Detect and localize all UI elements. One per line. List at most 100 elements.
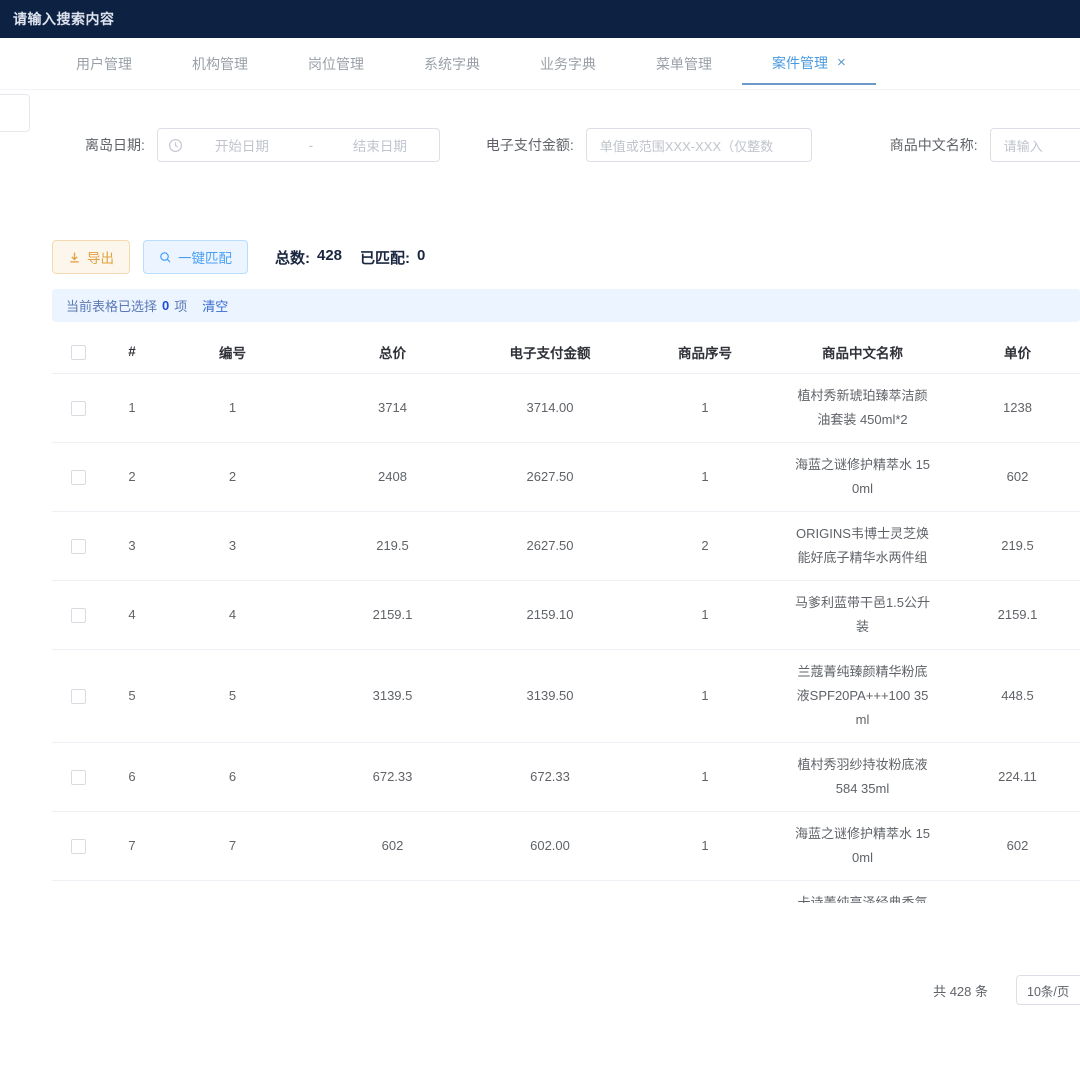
cell-epay-amount: 2627.50 [480,511,620,580]
table-row: 7 7 602 602.00 1 海蓝之谜修护精萃水 150ml 602 [52,811,1080,880]
export-button-label: 导出 [87,247,114,267]
cell-unit-price: 448.5 [935,649,1080,742]
one-click-match-button[interactable]: 一键匹配 [143,240,248,274]
cell-code: 6 [160,742,305,811]
cell-total-price: 2159.1 [305,580,480,649]
cell-product-name: 植村秀羽纱持妆粉底液584 35ml [790,742,935,811]
cell-product-seq: 1 [620,580,790,649]
case-table: # 编号 总价 电子支付金额 商品序号 商品中文名称 单价 1 1 3714 3… [52,331,1080,903]
cell-total-price: 1233.47 [305,880,480,903]
cell-unit-price: 411.16 [935,880,1080,903]
close-icon[interactable]: × [837,55,846,70]
export-button[interactable]: 导出 [52,240,130,274]
selection-prefix: 当前表格已选择 [66,296,157,315]
clear-selection-link[interactable]: 清空 [202,296,228,315]
cell-index: 8 [104,880,160,903]
cell-code: 1 [160,373,305,442]
table-header-row: # 编号 总价 电子支付金额 商品序号 商品中文名称 单价 [52,331,1080,373]
cell-unit-price: 224.11 [935,742,1080,811]
cell-epay-amount: 3139.50 [480,649,620,742]
tab-menu-management[interactable]: 菜单管理 [626,43,742,85]
cell-product-seq: 1 [620,442,790,511]
row-checkbox[interactable] [71,401,86,416]
start-date-placeholder[interactable]: 开始日期 [183,135,301,155]
cell-epay-amount: 672.33 [480,742,620,811]
table-row: 8 8 1233.47 1233.47 1 卡诗菁纯亮泽经典香氛发油100ml … [52,880,1080,903]
cell-unit-price: 219.5 [935,511,1080,580]
cell-index: 3 [104,511,160,580]
page-size-select[interactable]: 10条/页 [1016,975,1080,1005]
table-row: 1 1 3714 3714.00 1 植村秀新琥珀臻萃洁颜油套装 450ml*2… [52,373,1080,442]
end-date-placeholder[interactable]: 结束日期 [321,135,439,155]
cell-total-price: 672.33 [305,742,480,811]
tab-system-dict[interactable]: 系统字典 [394,43,510,85]
tab-user-management[interactable]: 用户管理 [46,43,162,85]
row-checkbox[interactable] [71,470,86,485]
cell-index: 4 [104,580,160,649]
table-row: 2 2 2408 2627.50 1 海蓝之谜修护精萃水 150ml 602 [52,442,1080,511]
cell-epay-amount: 1233.47 [480,880,620,903]
depart-date-label: 离岛日期: [85,135,145,155]
col-code: 编号 [160,331,305,373]
selection-bar: 当前表格已选择 0 项 清空 [52,289,1080,322]
selection-suffix: 项 [174,296,187,315]
one-click-match-label: 一键匹配 [178,247,232,267]
tab-bar: 用户管理 机构管理 岗位管理 系统字典 业务字典 菜单管理 案件管理 × [0,38,1080,90]
col-product-name: 商品中文名称 [790,331,935,373]
cell-epay-amount: 2159.10 [480,580,620,649]
cell-code: 5 [160,649,305,742]
row-checkbox[interactable] [71,839,86,854]
cell-unit-price: 2159.1 [935,580,1080,649]
total-count-text: 共 428 条 [933,981,988,1000]
col-product-seq: 商品序号 [620,331,790,373]
cell-product-name: 兰蔻菁纯臻颜精华粉底液SPF20PA+++100 35ml [790,649,935,742]
date-separator: - [301,138,321,153]
col-index: # [104,331,160,373]
cell-total-price: 3139.5 [305,649,480,742]
table-row: 3 3 219.5 2627.50 2 ORIGINS韦博士灵芝焕能好底子精华水… [52,511,1080,580]
tab-post-management[interactable]: 岗位管理 [278,43,394,85]
search-icon [159,251,172,264]
tab-case-management[interactable]: 案件管理 × [742,43,876,85]
epay-amount-input[interactable]: 单值或范围XXX-XXX（仅整数 [586,128,812,162]
date-range-input[interactable]: 开始日期 - 结束日期 [157,128,440,162]
cell-code: 4 [160,580,305,649]
row-checkbox[interactable] [71,689,86,704]
table-row: 6 6 672.33 672.33 1 植村秀羽纱持妆粉底液584 35ml 2… [52,742,1080,811]
selection-count: 0 [162,298,169,313]
cell-epay-amount: 602.00 [480,811,620,880]
cell-total-price: 219.5 [305,511,480,580]
cell-unit-price: 1238 [935,373,1080,442]
cell-product-seq: 1 [620,880,790,903]
tab-case-management-label: 案件管理 [772,43,828,83]
top-navbar: 请输入搜索内容 [0,0,1080,38]
header-search-input[interactable]: 请输入搜索内容 [13,9,115,29]
product-name-label: 商品中文名称: [890,135,978,155]
col-total-price: 总价 [305,331,480,373]
row-checkbox[interactable] [71,539,86,554]
cell-index: 5 [104,649,160,742]
pagination-bar: 共 428 条 10条/页 [0,975,1080,1005]
cell-code: 7 [160,811,305,880]
cell-product-seq: 1 [620,811,790,880]
cell-code: 3 [160,511,305,580]
tab-business-dict[interactable]: 业务字典 [510,43,626,85]
cell-index: 2 [104,442,160,511]
select-all-checkbox[interactable] [71,345,86,360]
cell-epay-amount: 2627.50 [480,442,620,511]
clipped-panel-corner [0,94,30,132]
row-checkbox[interactable] [71,608,86,623]
tab-org-management[interactable]: 机构管理 [162,43,278,85]
cell-index: 1 [104,373,160,442]
cell-total-price: 3714 [305,373,480,442]
total-value: 428 [317,247,342,268]
cell-product-seq: 1 [620,373,790,442]
cell-index: 6 [104,742,160,811]
cell-product-seq: 2 [620,511,790,580]
product-name-input[interactable]: 请输入 [990,128,1080,162]
table-row: 5 5 3139.5 3139.50 1 兰蔻菁纯臻颜精华粉底液SPF20PA+… [52,649,1080,742]
row-checkbox[interactable] [71,770,86,785]
cell-index: 7 [104,811,160,880]
cell-product-name: 海蓝之谜修护精萃水 150ml [790,442,935,511]
match-stats: 总数: 428 已匹配: 0 [275,247,425,268]
